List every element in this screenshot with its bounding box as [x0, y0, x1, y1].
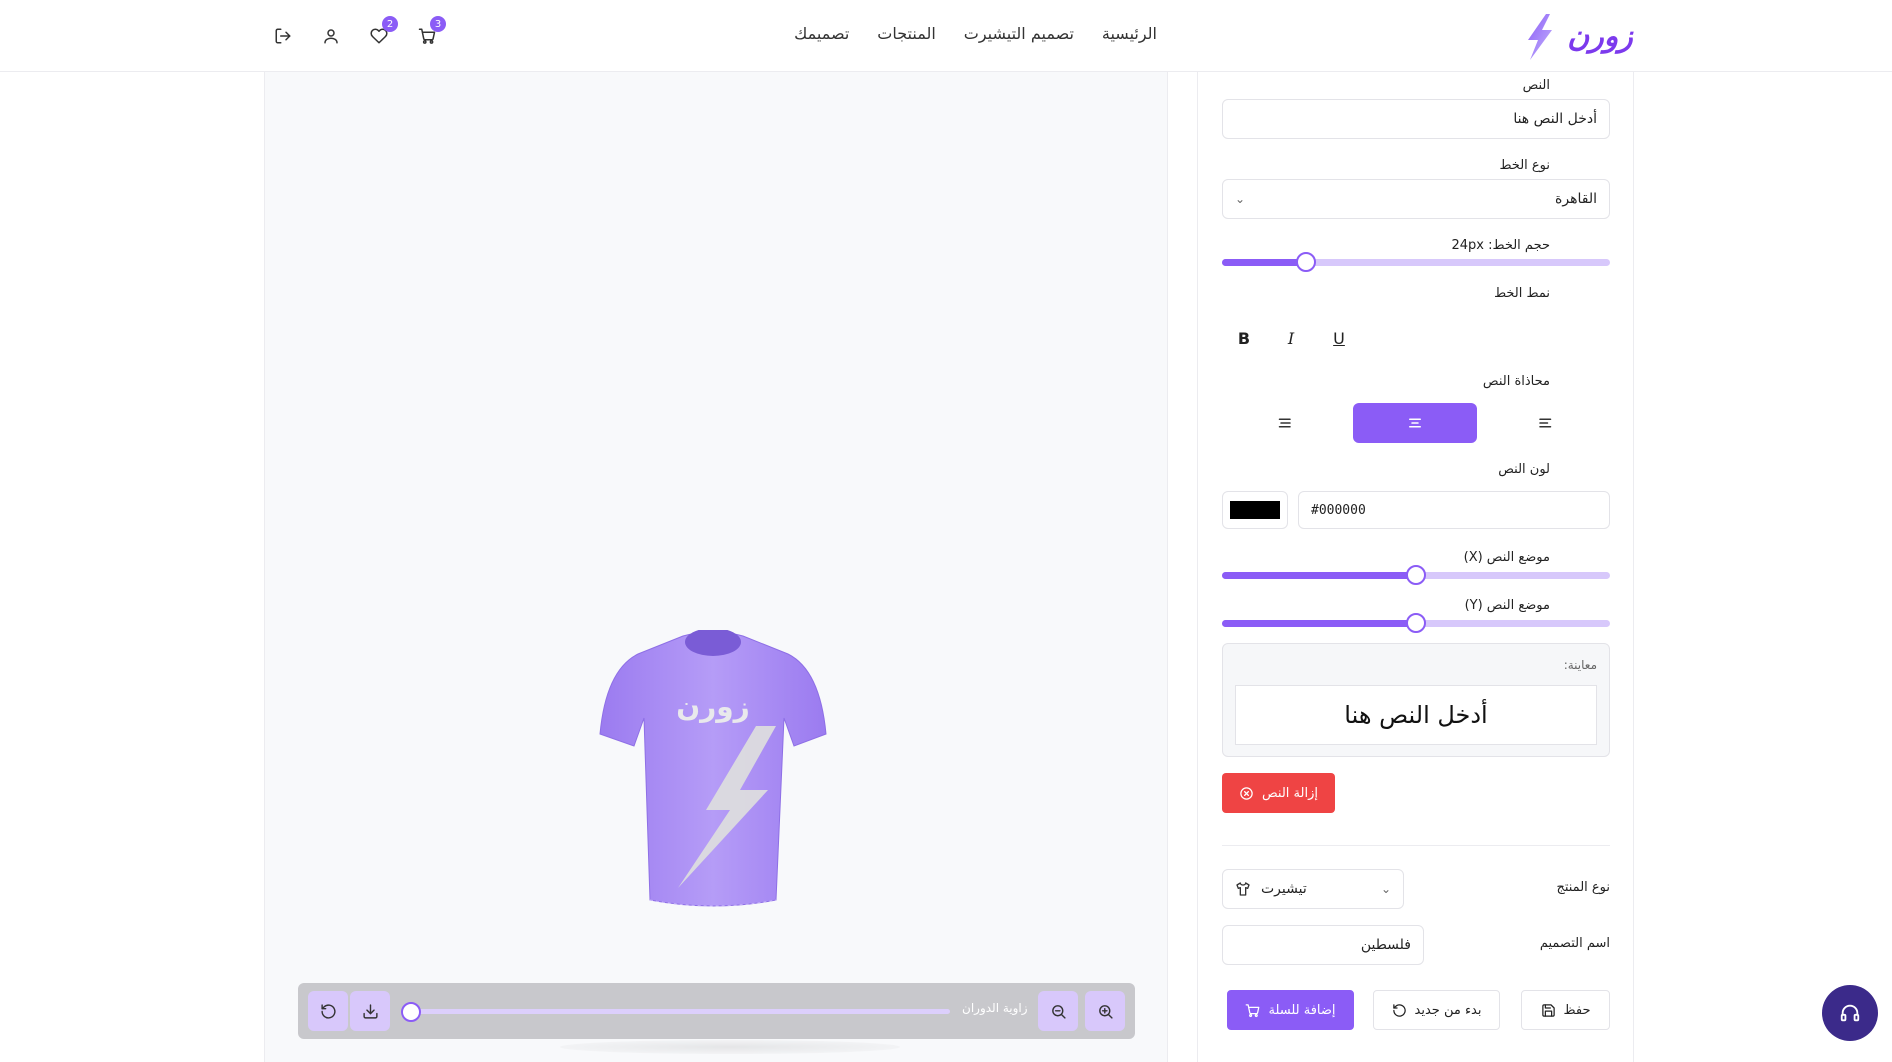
font-type-label: نوع الخط: [1499, 158, 1550, 173]
reset-view-button[interactable]: [308, 991, 348, 1031]
text-position-x-slider[interactable]: [1222, 565, 1610, 585]
font-select-value: القاهرة: [1555, 191, 1597, 207]
align-left-button[interactable]: [1484, 403, 1608, 443]
text-color-label: لون النص: [1498, 462, 1550, 477]
align-left-icon: [1539, 418, 1552, 428]
position-y-slider-fill: [1222, 620, 1416, 627]
zoom-out-icon: [1051, 1004, 1066, 1019]
headset-icon: [1840, 1004, 1860, 1022]
align-right-icon: [1278, 418, 1291, 428]
rotation-slider-track[interactable]: [410, 1009, 950, 1014]
text-label: النص: [1522, 78, 1550, 93]
remove-text-button[interactable]: إزالة النص: [1222, 773, 1335, 813]
save-button[interactable]: حفظ: [1521, 990, 1610, 1030]
zoom-out-button[interactable]: [1038, 991, 1078, 1031]
nav-your-design[interactable]: تصميمك: [794, 24, 849, 43]
font-size-slider-fill: [1222, 259, 1306, 266]
section-divider: [1222, 845, 1610, 846]
position-x-slider-fill: [1222, 572, 1416, 579]
font-style-label: نمط الخط: [1494, 286, 1550, 301]
align-center-button[interactable]: [1353, 403, 1477, 443]
color-hex-input[interactable]: #000000: [1298, 491, 1610, 529]
align-right-button[interactable]: [1222, 403, 1346, 443]
preview-text: أدخل النص هنا: [1235, 685, 1597, 745]
chevron-down-icon: ⌄: [1235, 192, 1246, 206]
position-y-slider-thumb[interactable]: [1406, 613, 1426, 633]
font-select[interactable]: القاهرة ⌄: [1222, 179, 1610, 219]
rotate-ccw-icon: [320, 1003, 336, 1019]
design-canvas[interactable]: [264, 72, 1168, 1062]
product-type-label: نوع المنتج: [1556, 880, 1610, 895]
chevron-down-icon: ⌄: [1380, 882, 1391, 896]
restart-label: بدء من جديد: [1414, 1002, 1482, 1018]
text-position-y-label: موضع النص (Y): [1464, 598, 1550, 613]
product-type-select[interactable]: ⌄ تيشيرت: [1222, 869, 1404, 909]
align-center-icon: [1409, 418, 1421, 428]
rotation-label: زاوية الدوران: [962, 1001, 1028, 1015]
text-position-x-label: موضع النص (X): [1463, 550, 1550, 565]
text-preview-panel: معاينة: أدخل النص هنا: [1222, 643, 1610, 757]
user-icon: [324, 29, 338, 44]
design-name-input[interactable]: فلسطين: [1222, 925, 1424, 965]
main-nav: الرئيسية تصميم التيشيرت المنتجات تصميمك: [794, 24, 1157, 43]
refresh-icon: [1392, 1003, 1406, 1017]
font-size-label: حجم الخط: 24px: [1451, 238, 1550, 253]
logout-icon: [275, 28, 291, 44]
viewer-toolbar: زاوية الدوران: [298, 983, 1135, 1039]
save-icon: [1541, 1003, 1555, 1017]
zoom-in-button[interactable]: [1085, 991, 1125, 1031]
product-type-value: تيشيرت: [1261, 881, 1307, 897]
top-header: زورن الرئيسية تصميم التيشيرت المنتجات تص…: [0, 0, 1892, 72]
tshirt-graphic: زورن: [599, 628, 827, 907]
preview-label: معاينة:: [1563, 658, 1597, 672]
logout-button[interactable]: [270, 20, 296, 52]
color-swatch-picker[interactable]: [1222, 491, 1288, 529]
header-actions: 2 3: [270, 16, 446, 52]
design-name-label: اسم التصميم: [1539, 936, 1610, 951]
font-size-slider-thumb[interactable]: [1296, 252, 1316, 272]
nav-tshirt-design[interactable]: تصميم التيشيرت: [964, 24, 1074, 43]
rotation-slider-thumb[interactable]: [401, 1002, 421, 1022]
nav-products[interactable]: المنتجات: [877, 24, 936, 43]
cart-icon: [1246, 1003, 1260, 1017]
product-type-value-wrap: تيشيرت: [1235, 881, 1307, 897]
add-to-cart-button[interactable]: إضافة للسلة: [1227, 990, 1354, 1030]
text-position-y-slider[interactable]: [1222, 613, 1610, 633]
support-chat-button[interactable]: [1822, 985, 1878, 1041]
shirt-print-text: زورن: [676, 690, 750, 723]
brand-logo[interactable]: زورن: [1520, 8, 1640, 64]
x-circle-icon: [1240, 786, 1253, 800]
bold-button[interactable]: B: [1226, 320, 1262, 356]
cart-count-badge: 3: [430, 16, 446, 32]
text-input[interactable]: أدخل النص هنا: [1222, 99, 1610, 139]
underline-button[interactable]: U: [1321, 320, 1357, 356]
account-button[interactable]: [318, 20, 344, 52]
position-x-slider-thumb[interactable]: [1406, 565, 1426, 585]
nav-home[interactable]: الرئيسية: [1102, 24, 1157, 43]
shirt-icon: [1236, 882, 1250, 896]
save-label: حفظ: [1563, 1002, 1591, 1018]
font-size-slider[interactable]: [1222, 252, 1610, 272]
zoom-in-icon: [1098, 1004, 1113, 1019]
tshirt-3d-model[interactable]: زورن: [598, 628, 828, 910]
download-icon: [362, 1003, 378, 1019]
color-swatch: [1230, 501, 1280, 519]
logo-graphic: زورن: [1528, 14, 1634, 60]
text-align-label: محاذاة النص: [1482, 374, 1550, 389]
download-button[interactable]: [350, 991, 390, 1031]
add-to-cart-label: إضافة للسلة: [1268, 1002, 1336, 1018]
wishlist-button[interactable]: 2: [366, 16, 398, 52]
logo-text: زورن: [1567, 19, 1634, 54]
italic-button[interactable]: I: [1273, 320, 1309, 356]
cart-button[interactable]: 3: [414, 16, 446, 52]
shirt-floor-shadow: [560, 1040, 900, 1054]
restart-button[interactable]: بدء من جديد: [1373, 990, 1500, 1030]
wishlist-count-badge: 2: [382, 16, 398, 32]
remove-text-label: إزالة النص: [1262, 785, 1318, 801]
